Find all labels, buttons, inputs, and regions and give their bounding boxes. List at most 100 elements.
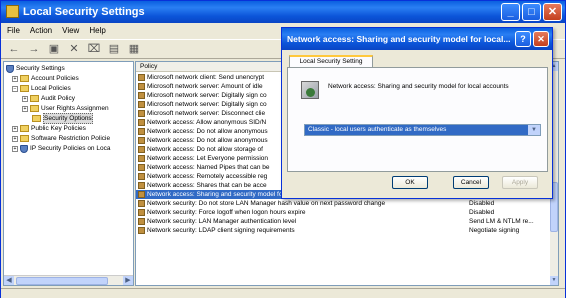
tree-item-ip-security[interactable]: + IP Security Policies on Loca — [12, 144, 110, 153]
tree-item-audit-policy[interactable]: + Audit Policy — [22, 94, 75, 103]
policy-dialog: Network access: Sharing and security mod… — [281, 27, 553, 199]
sharing-model-dropdown[interactable]: Classic - local users authenticate as th… — [304, 124, 541, 136]
help-icon[interactable]: ▦ — [127, 42, 141, 56]
policy-item-icon — [138, 128, 145, 135]
up-icon[interactable]: ▣ — [47, 42, 61, 56]
menu-action[interactable]: Action — [30, 23, 52, 39]
policy-item-icon — [138, 218, 145, 225]
delete-icon[interactable]: ✕ — [67, 42, 81, 56]
policy-item-icon — [138, 173, 145, 180]
policy-name: Microsoft network server: Digitally sign… — [147, 101, 267, 108]
tree-item-security-options[interactable]: Security Options — [32, 113, 93, 124]
folder-icon — [20, 135, 29, 142]
tree-item-security-settings[interactable]: Security Settings — [6, 64, 65, 73]
dialog-title-bar[interactable]: Network access: Sharing and security mod… — [282, 28, 552, 50]
tree-pane: Security Settings + Account Policies − L… — [3, 61, 134, 286]
expand-icon[interactable]: + — [22, 105, 28, 112]
tree-item-user-rights[interactable]: + User Rights Assignmen — [22, 104, 109, 113]
menu-view[interactable]: View — [62, 23, 79, 39]
policy-name: Network access: Allow anonymous SID/N — [147, 119, 267, 126]
forward-icon[interactable]: → — [27, 42, 41, 56]
security-setting: Disabled — [469, 209, 495, 216]
tree-item-local-policies[interactable]: − Local Policies — [12, 84, 71, 93]
properties-icon[interactable]: ⌧ — [87, 42, 101, 56]
policy-name: Network security: LAN Manager authentica… — [147, 218, 297, 225]
scroll-right-icon[interactable]: ▶ — [123, 276, 133, 285]
expand-icon[interactable]: + — [12, 125, 18, 132]
folder-icon — [20, 85, 29, 92]
policy-item-icon — [138, 227, 145, 234]
expand-icon[interactable]: + — [12, 135, 18, 142]
policy-name: Network access: Remotely accessible reg — [147, 173, 268, 180]
security-setting: Disabled — [469, 200, 495, 207]
policy-item-icon — [138, 137, 145, 144]
tree-item-software-restriction[interactable]: + Software Restriction Policie — [12, 134, 110, 143]
tree-item-public-key[interactable]: + Public Key Policies — [12, 124, 86, 133]
policy-name: Network security: LDAP client signing re… — [147, 227, 295, 234]
tree-horizontal-scrollbar[interactable]: ◀ ▶ — [4, 275, 133, 285]
list-item[interactable]: Network security: LDAP client signing re… — [136, 226, 552, 235]
policy-icon — [301, 81, 319, 99]
folder-icon — [20, 125, 29, 132]
list-item[interactable]: Network security: Do not store LAN Manag… — [136, 199, 552, 208]
maximize-button[interactable]: □ — [522, 3, 541, 21]
dropdown-value: Classic - local users authenticate as th… — [308, 126, 447, 133]
policy-name: Microsoft network server: Disconnect cli… — [147, 110, 266, 117]
status-bar — [1, 288, 565, 298]
policy-name: Microsoft network server: Amount of idle — [147, 83, 263, 90]
minimize-button[interactable]: _ — [501, 3, 520, 21]
folder-icon — [20, 75, 29, 82]
policy-name: Network access: Do not allow anonymous — [147, 137, 268, 144]
policy-item-icon — [138, 119, 145, 126]
scroll-down-icon[interactable]: ▼ — [550, 276, 558, 285]
policy-item-icon — [138, 83, 145, 90]
scroll-thumb[interactable] — [16, 277, 108, 285]
dialog-close-button[interactable]: ✕ — [533, 31, 549, 47]
ok-button[interactable]: OK — [392, 176, 428, 189]
tree-item-account-policies[interactable]: + Account Policies — [12, 74, 79, 83]
expand-icon[interactable]: + — [22, 95, 28, 102]
security-setting: Negotiate signing — [469, 227, 520, 234]
policy-item-icon — [138, 146, 145, 153]
app-icon — [6, 5, 19, 18]
policy-name: Microsoft network server: Digitally sign… — [147, 92, 267, 99]
expand-icon[interactable]: + — [12, 75, 18, 82]
tab-local-security-setting[interactable]: Local Security Setting — [289, 55, 373, 67]
menu-file[interactable]: File — [7, 23, 20, 39]
policy-name: Network access: Shares that can be acce — [147, 182, 267, 189]
apply-button[interactable]: Apply — [502, 176, 538, 189]
expand-icon[interactable]: + — [12, 145, 18, 152]
policy-item-icon — [138, 164, 145, 171]
policy-item-icon — [138, 200, 145, 207]
policy-item-icon — [138, 110, 145, 117]
title-bar[interactable]: Local Security Settings _ □ ✕ — [1, 1, 565, 23]
policy-name: Network security: Do not store LAN Manag… — [147, 200, 386, 207]
policy-name: Network security: Force logoff when logo… — [147, 209, 306, 216]
cancel-button[interactable]: Cancel — [453, 176, 489, 189]
list-item[interactable]: Network security: LAN Manager authentica… — [136, 217, 552, 226]
policy-item-icon — [138, 182, 145, 189]
list-item[interactable]: Network security: Force logoff when logo… — [136, 208, 552, 217]
policy-item-icon — [138, 155, 145, 162]
back-icon[interactable]: ← — [7, 42, 21, 56]
export-list-icon[interactable]: ▤ — [107, 42, 121, 56]
policy-name: Network access: Do not allow anonymous — [147, 128, 268, 135]
dialog-title: Network access: Sharing and security mod… — [287, 34, 511, 44]
policy-name: Microsoft network client: Send unencrypt — [147, 74, 265, 81]
chevron-down-icon[interactable]: ▼ — [528, 125, 540, 135]
folder-icon — [32, 115, 41, 122]
policy-item-icon — [138, 101, 145, 108]
policy-item-icon — [138, 74, 145, 81]
collapse-icon[interactable]: − — [12, 85, 18, 92]
policy-name: Network access: Named Pipes that can be — [147, 164, 270, 171]
window-title: Local Security Settings — [23, 6, 145, 18]
policy-description: Network access: Sharing and security mod… — [328, 83, 509, 90]
scroll-left-icon[interactable]: ◀ — [4, 276, 14, 285]
policy-item-icon — [138, 92, 145, 99]
menu-help[interactable]: Help — [89, 23, 105, 39]
security-setting: Send LM & NTLM re... — [469, 218, 534, 225]
shield-icon — [20, 144, 28, 153]
dialog-help-button[interactable]: ? — [515, 31, 531, 47]
close-button[interactable]: ✕ — [543, 3, 562, 21]
policy-item-icon — [138, 209, 145, 216]
